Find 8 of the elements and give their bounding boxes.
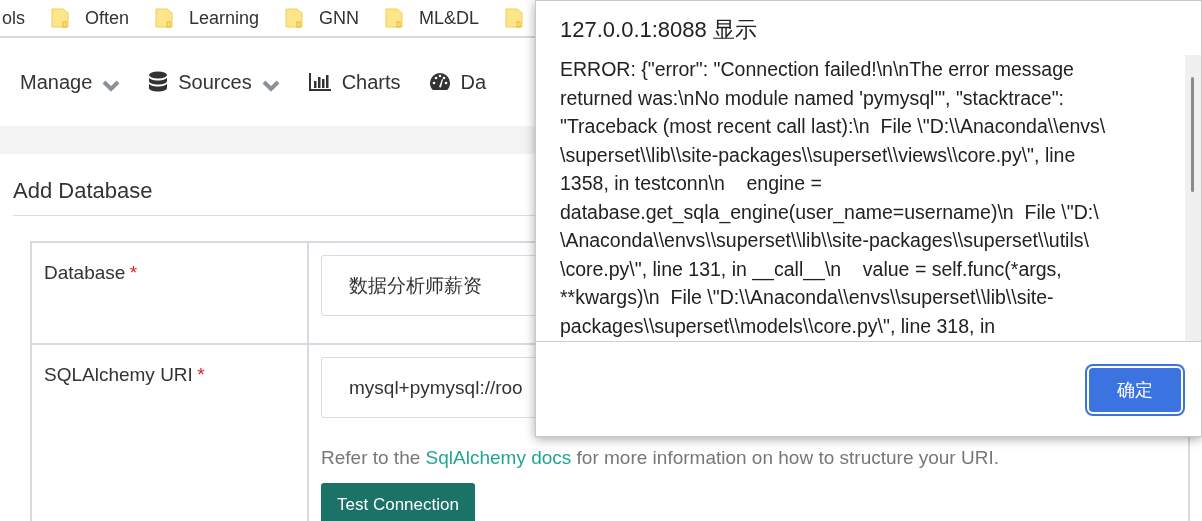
- field-label: SQLAlchemy URI: [44, 364, 193, 385]
- help-text: Refer to the SqlAlchemy docs for more information on how to structure your URI.: [321, 446, 1000, 470]
- page-title: Add Database: [13, 177, 153, 205]
- required-mark: *: [129, 262, 138, 283]
- required-mark: *: [197, 364, 205, 385]
- field-label: Database: [44, 262, 126, 283]
- dialog-title: 127.0.0.1:8088 显示: [559, 16, 758, 44]
- error-message: ERROR: {"error": "Connection failed!\n\nThe error message returned was:\nNo module named 'pymysql'", "stacktrace": "Traceback (most recent call last):\n File \"D:\\Anaconda\\envs\ \superset\\lib\\site-packages\\superset\\views\\core.py\", line 1358, in testconn\n engine = database.get_sqla_engine(user_name=username)\n File \"D:\ \Anaconda\\envs\\superset\\lib\\site-packages\\superset\\utils\ \core.py\", line 131, in __call__\n value = self.func(*args, **kwargs)\n File \"D:\\Anaconda\\envs\\superset\\lib\\site- packages\\superset\\models\\core.py\", line 318, in: [560, 57, 1107, 339]
